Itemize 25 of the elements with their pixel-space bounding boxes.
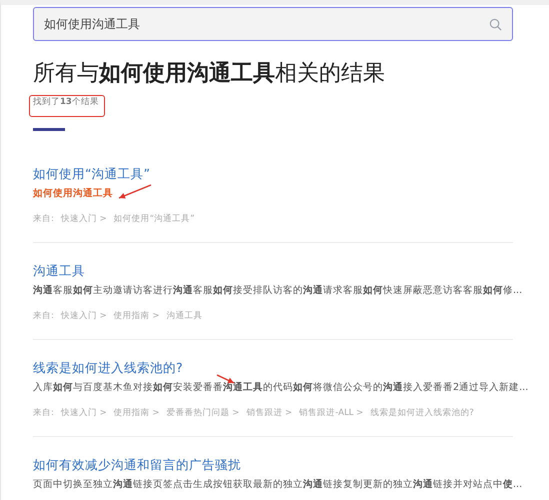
breadcrumb-link[interactable]: 快速入门 > [60, 407, 107, 419]
result-snippet: 页面中切换至独立沟通链接页签点击生成按钮获取最新的独立沟通链接复制更新的独立沟通链接并对站点中使... [33, 478, 522, 492]
source-label: 来自: [33, 407, 54, 419]
breadcrumb-link[interactable]: 线索是如何进入线索池的? [370, 407, 474, 419]
breadcrumb-link[interactable]: 使用指南 > [114, 407, 160, 419]
search-field[interactable]: 如何使用沟通工具 [33, 7, 513, 41]
result-link[interactable]: 如何有效减少沟通和留言的广告骚扰 [33, 456, 513, 474]
source-label: 来自: [33, 213, 54, 225]
breadcrumb-link[interactable]: 沟通工具 [166, 310, 203, 322]
breadcrumb-link[interactable]: 销售跟进-ALL > [299, 407, 364, 419]
result-snippet: 如何使用沟通工具 [33, 187, 113, 201]
breadcrumb-link[interactable]: 快速入门 > [60, 213, 107, 225]
result-snippet: 入库如何与百度基木鱼对接如何安装爱番番沟通工具的代码如何将微信公众号的沟通接入爱番番2通过导入新建... [33, 381, 528, 395]
breadcrumb-link[interactable]: 爱番番热门问题 > [166, 407, 240, 419]
result-link[interactable]: 沟通工具 [33, 262, 513, 280]
result-link[interactable]: 线索是如何进入线索池的? [33, 359, 513, 377]
breadcrumb-link[interactable]: 销售跟进 > [246, 407, 292, 419]
results-heading: 所有与如何使用沟通工具相关的结果 [33, 60, 386, 88]
breadcrumb-link[interactable]: 如何使用“沟通工具” [114, 213, 195, 225]
result-link[interactable]: 如何使用“沟通工具” [33, 165, 513, 183]
breadcrumb-link[interactable]: 使用指南 > [114, 310, 160, 322]
breadcrumb-link[interactable]: 快速入门 > [60, 310, 107, 322]
source-label: 来自: [33, 310, 54, 322]
result-count: 找到了13个结果 [33, 96, 99, 108]
result-snippet: 沟通客服如何主动邀请访客进行沟通客服如何接受排队访客的沟通请求客服如何快速屏蔽恶意访客客服如何修... [33, 284, 522, 298]
